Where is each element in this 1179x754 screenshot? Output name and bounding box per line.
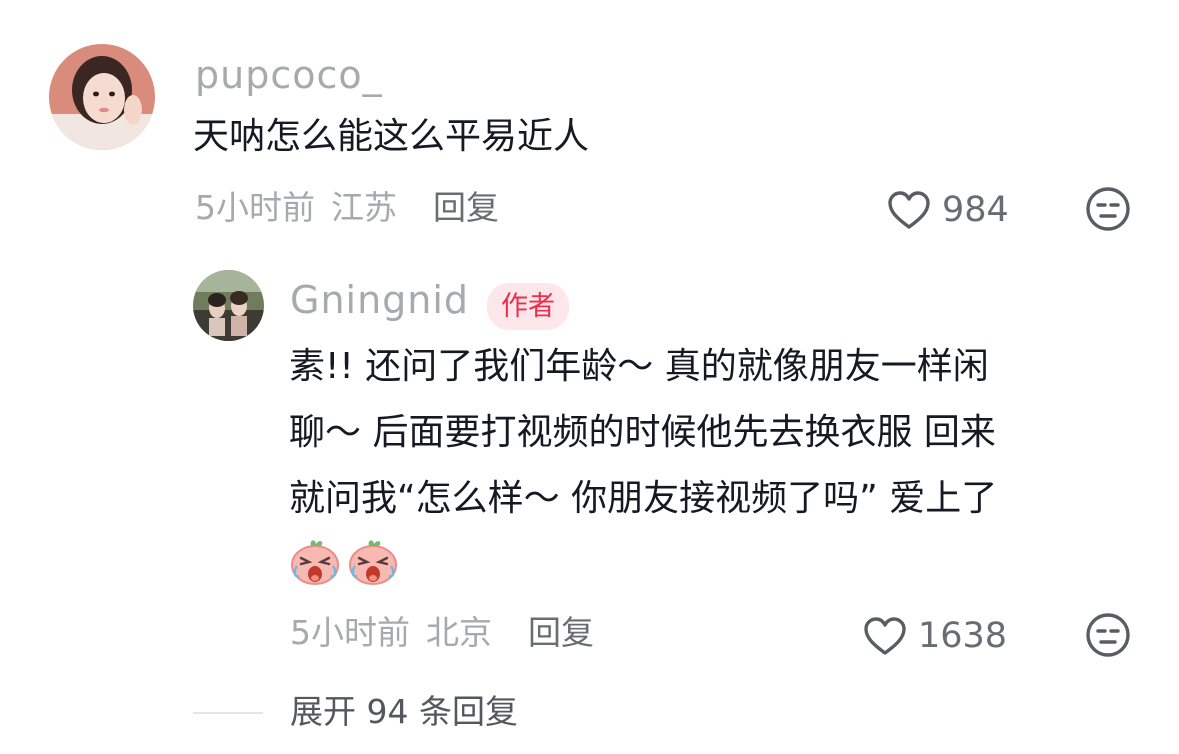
comment-text: 天呐怎么能这么平易近人	[193, 116, 590, 157]
heart-outline-icon	[864, 617, 906, 655]
reply-username[interactable]: Gningnid	[290, 281, 469, 319]
expand-divider	[193, 712, 263, 714]
unamused-face-icon	[1086, 187, 1130, 231]
reply-like-count: 1638	[918, 615, 1008, 656]
reply-dislike-button[interactable]	[1085, 612, 1131, 662]
dislike-button[interactable]	[1085, 186, 1131, 236]
author-badge: 作者	[487, 283, 569, 330]
unamused-face-icon	[1086, 613, 1130, 657]
comment-username[interactable]: pupcoco_	[195, 56, 383, 94]
like-count: 984	[942, 189, 1009, 230]
heart-outline-icon	[888, 191, 930, 229]
reply-to-reply-button[interactable]: 回复	[528, 616, 594, 649]
reply-button[interactable]: 回复	[433, 191, 499, 224]
crying-peach-emoji	[291, 540, 339, 585]
reply-text-line-2: 聊～ 后面要打视频的时候他先去换衣服 回来	[289, 412, 996, 453]
comment-location: 江苏	[331, 188, 397, 227]
reply-location: 北京	[426, 613, 492, 652]
reply-like-button[interactable]: 1638	[862, 615, 1007, 657]
comment-meta: 5小时前 江苏 回复	[195, 191, 499, 224]
reply-text-line-1: 素!! 还问了我们年龄～ 真的就像朋友一样闲	[289, 346, 989, 387]
reply-time: 5小时前	[290, 613, 410, 652]
reply-avatar[interactable]	[193, 270, 264, 341]
reply-emoji-row	[289, 536, 399, 586]
reply-text-line-3: 就问我“怎么样～ 你朋友接视频了吗” 爱上了	[289, 478, 998, 519]
reply-meta: 5小时前 北京 回复	[290, 616, 594, 649]
like-button[interactable]: 984	[886, 189, 1009, 231]
comment-time: 5小时前	[195, 188, 315, 227]
avatar[interactable]	[49, 44, 155, 150]
crying-peach-emoji	[349, 540, 397, 585]
expand-replies-button[interactable]: 展开 94 条回复	[290, 695, 518, 728]
